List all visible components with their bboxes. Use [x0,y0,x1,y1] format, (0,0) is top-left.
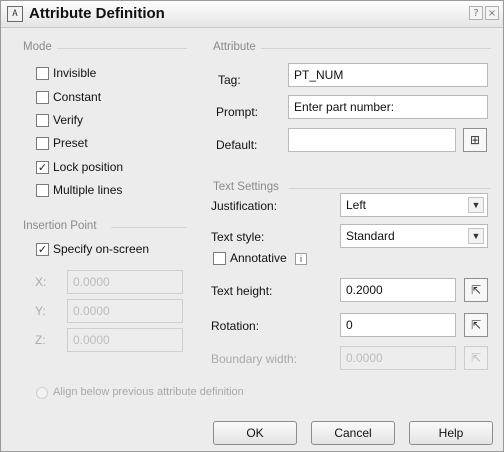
lock-position-label: Lock position [53,160,124,174]
boundary-width-label: Boundary width: [211,352,298,366]
rotation-label: Rotation: [211,319,260,333]
attribute-group-title: Attribute [213,41,256,53]
text-style-dropdown[interactable]: Standard ▼ [340,224,488,248]
verify-label: Verify [53,113,84,127]
preset-label: Preset [53,136,88,150]
verify-checkbox[interactable] [36,114,49,127]
help-icon[interactable]: ? [469,6,483,20]
specify-on-screen-checkbox[interactable]: ✓ [36,243,49,256]
info-icon[interactable]: i [295,253,307,265]
pick-boundary-icon[interactable]: ⇱ [464,346,488,370]
x-input[interactable]: 0.0000 [67,270,183,294]
title-bar[interactable]: A Attribute Definition ? × [1,1,503,28]
annotative-checkbox[interactable] [213,252,226,265]
prompt-input[interactable]: Enter part number: [288,95,488,119]
ok-button[interactable]: OK [213,421,297,445]
invisible-label: Invisible [53,66,97,80]
prompt-label: Prompt: [216,105,259,119]
specify-on-screen-label: Specify on-screen [53,242,150,256]
insertion-point-group-title: Insertion Point [23,220,97,232]
text-style-label: Text style: [211,230,265,244]
lock-position-checkbox[interactable]: ✓ [36,161,49,174]
constant-label: Constant [53,90,102,104]
text-settings-divider [289,188,491,189]
justification-value: Left [346,198,367,212]
align-below-checkbox[interactable] [36,387,48,399]
pick-height-icon[interactable]: ⇱ [464,278,488,302]
help-button[interactable]: Help [409,421,493,445]
text-height-input[interactable]: 0.2000 [340,278,456,302]
boundary-width-input[interactable]: 0.0000 [340,346,456,370]
mode-group-divider [57,48,187,49]
justification-label: Justification: [211,199,278,213]
text-height-label: Text height: [211,284,273,298]
z-input[interactable]: 0.0000 [67,328,183,352]
dialog-title: Attribute Definition [29,5,165,22]
cancel-button[interactable]: Cancel [311,421,395,445]
attribute-definition-dialog: A Attribute Definition ? × Mode Invisibl… [0,0,504,452]
multiple-lines-checkbox[interactable] [36,184,49,197]
mode-group-title: Mode [23,41,52,53]
tag-input[interactable]: PT_NUM [288,63,488,87]
close-icon[interactable]: × [485,6,499,20]
x-label: X: [35,275,47,289]
y-input[interactable]: 0.0000 [67,299,183,323]
preset-checkbox[interactable] [36,137,49,150]
chevron-down-icon[interactable]: ▼ [468,197,484,213]
annotative-label: Annotative [230,251,287,265]
insertion-group-divider [111,227,187,228]
pick-rotation-icon[interactable]: ⇱ [464,313,488,337]
attribute-group-divider [261,48,491,49]
invisible-checkbox[interactable] [36,67,49,80]
chevron-down-icon[interactable]: ▼ [468,228,484,244]
rotation-input[interactable]: 0 [340,313,456,337]
z-label: Z: [35,333,46,347]
default-label: Default: [216,138,258,152]
align-below-label: Align below previous attribute definitio… [53,386,244,398]
text-style-value: Standard [346,229,395,243]
default-input[interactable] [288,128,456,152]
app-icon: A [7,6,23,22]
text-settings-group-title: Text Settings [213,181,279,193]
justification-dropdown[interactable]: Left ▼ [340,193,488,217]
tag-label: Tag: [218,73,241,87]
multiple-lines-label: Multiple lines [53,183,123,197]
constant-checkbox[interactable] [36,91,49,104]
insert-field-icon[interactable]: ⊞ [463,128,487,152]
y-label: Y: [35,304,46,318]
